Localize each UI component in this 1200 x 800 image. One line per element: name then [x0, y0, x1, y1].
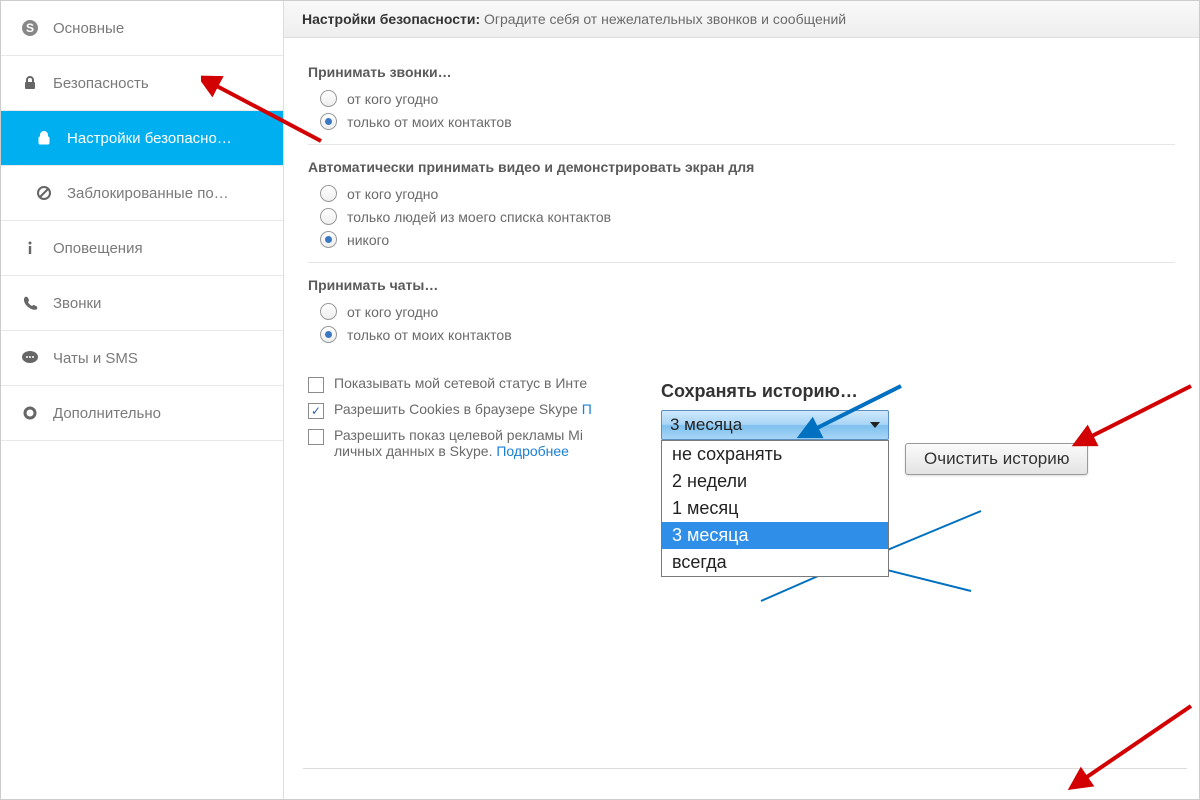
option-label: только от моих контактов [347, 114, 512, 130]
radio-icon [320, 208, 337, 225]
check-label: Разрешить Cookies в браузере Skype П [334, 401, 592, 417]
radio-icon [320, 185, 337, 202]
calls-opt-contacts[interactable]: только от моих контактов [320, 113, 1175, 130]
chevron-down-icon [870, 422, 880, 428]
dd-item-1month[interactable]: 1 месяц [662, 495, 888, 522]
sidebar-item-label: Безопасность [53, 75, 149, 92]
video-opt-contacts[interactable]: только людей из моего списка контактов [320, 208, 1175, 225]
blocked-icon [35, 184, 53, 202]
header-subtitle: Оградите себя от нежелательных звонков и… [484, 11, 846, 27]
header: Настройки безопасности: Оградите себя от… [284, 1, 1199, 38]
svg-text:S: S [26, 21, 34, 35]
calls-opt-anyone[interactable]: от кого угодно [320, 90, 1175, 107]
history-title: Сохранять историю… [661, 381, 889, 402]
history-combo[interactable]: 3 месяца [661, 410, 889, 440]
sidebar-item-general[interactable]: S Основные [1, 1, 283, 56]
check-label: Разрешить показ целевой рекламы Miличных… [334, 427, 583, 459]
sidebar-item-label: Основные [53, 20, 124, 37]
option-label: никого [347, 232, 389, 248]
radio-icon [320, 326, 337, 343]
lock-icon [35, 129, 53, 147]
sidebar-item-label: Звонки [53, 295, 101, 312]
sidebar-item-blocked[interactable]: Заблокированные по… [1, 166, 283, 221]
radio-icon [320, 303, 337, 320]
calls-title: Принимать звонки… [308, 64, 1175, 80]
cookies-link[interactable]: П [582, 401, 592, 417]
checkbox-icon [308, 429, 324, 445]
radio-icon [320, 90, 337, 107]
ads-link[interactable]: Подробнее [496, 443, 569, 459]
skype-icon: S [21, 19, 39, 37]
sidebar-item-label: Настройки безопасно… [67, 130, 232, 147]
sidebar-item-label: Дополнительно [53, 405, 161, 422]
chat-icon [21, 349, 39, 367]
sidebar-item-calls[interactable]: Звонки [1, 276, 283, 331]
radio-icon [320, 113, 337, 130]
option-label: только от моих контактов [347, 327, 512, 343]
header-title: Настройки безопасности: [302, 11, 480, 27]
dd-item-always[interactable]: всегда [662, 549, 888, 576]
video-title: Автоматически принимать видео и демонстр… [308, 159, 1175, 175]
sidebar: S Основные Безопасность Настройки безопа… [1, 1, 284, 799]
option-label: только людей из моего списка контактов [347, 209, 611, 225]
sidebar-item-security[interactable]: Безопасность [1, 56, 283, 111]
history-dropdown: не сохранять 2 недели 1 месяц 3 месяца в… [661, 440, 889, 577]
sidebar-item-label: Оповещения [53, 240, 143, 257]
sidebar-item-label: Чаты и SMS [53, 350, 138, 367]
lock-icon [21, 74, 39, 92]
sidebar-item-chats[interactable]: Чаты и SMS [1, 331, 283, 386]
history-block: Сохранять историю… 3 месяца не сохранять… [661, 381, 889, 440]
dd-item-no-save[interactable]: не сохранять [662, 441, 888, 468]
chats-title: Принимать чаты… [308, 277, 1175, 293]
sidebar-item-label: Заблокированные по… [67, 185, 229, 202]
option-label: от кого угодно [347, 186, 438, 202]
info-icon [21, 239, 39, 257]
dd-item-2weeks[interactable]: 2 недели [662, 468, 888, 495]
checkbox-icon [308, 377, 324, 393]
chats-opt-contacts[interactable]: только от моих контактов [320, 326, 1175, 343]
radio-icon [320, 231, 337, 248]
sidebar-item-security-settings[interactable]: Настройки безопасно… [1, 111, 283, 166]
option-label: от кого угодно [347, 91, 438, 107]
video-opt-anyone[interactable]: от кого угодно [320, 185, 1175, 202]
video-opt-nobody[interactable]: никого [320, 231, 1175, 248]
divider [308, 144, 1175, 145]
option-label: от кого угодно [347, 304, 438, 320]
dd-item-3months[interactable]: 3 месяца [662, 522, 888, 549]
check-label: Показывать мой сетевой статус в Инте [334, 375, 587, 391]
divider [308, 262, 1175, 263]
combo-value: 3 месяца [670, 415, 742, 435]
gear-icon [21, 404, 39, 422]
clear-history-button[interactable]: Очистить историю [905, 443, 1088, 475]
chats-opt-anyone[interactable]: от кого угодно [320, 303, 1175, 320]
phone-icon [21, 294, 39, 312]
footer-divider [303, 768, 1187, 769]
checkbox-icon [308, 403, 324, 419]
sidebar-item-advanced[interactable]: Дополнительно [1, 386, 283, 441]
sidebar-item-notifications[interactable]: Оповещения [1, 221, 283, 276]
